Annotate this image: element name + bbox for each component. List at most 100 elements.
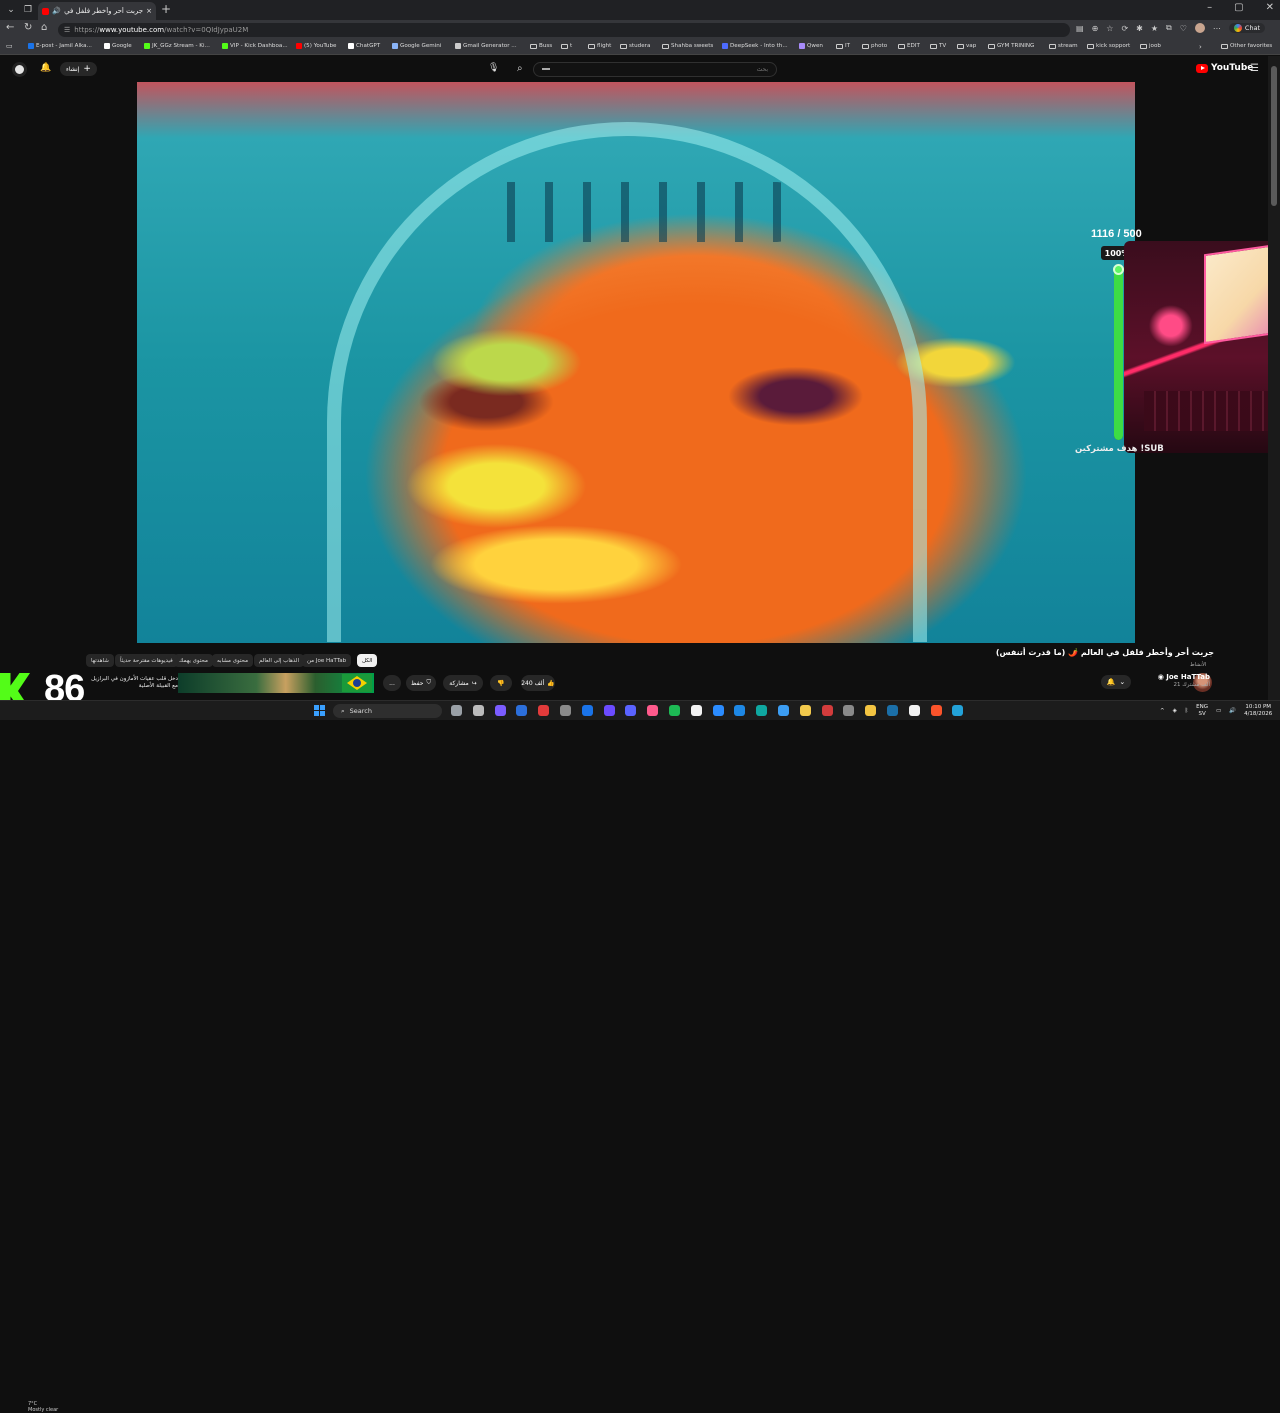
video-player[interactable] — [137, 82, 1135, 643]
bookmark-item[interactable]: Shahba sweets — [662, 43, 713, 49]
taskbar-search[interactable]: ⌕ Search — [333, 704, 442, 718]
bookmarks-overflow-icon[interactable]: › — [1199, 43, 1202, 51]
weather-widget[interactable]: 7°C Mostly clear — [28, 1401, 58, 1413]
browser-essentials-icon[interactable]: ♡ — [1180, 24, 1187, 33]
back-icon[interactable]: ← — [6, 22, 14, 33]
brave-icon[interactable] — [930, 705, 942, 716]
edge-icon[interactable] — [756, 705, 768, 716]
minimize-icon[interactable]: – — [1207, 2, 1212, 13]
search-input[interactable]: بحث — [533, 62, 777, 77]
media-player-icon[interactable] — [538, 705, 550, 716]
settings-icon[interactable] — [843, 705, 855, 716]
bookmark-item[interactable]: stream — [1049, 43, 1078, 49]
save-button[interactable]: حفظ ⛉ — [406, 675, 436, 691]
bookmark-item[interactable]: studera — [620, 43, 650, 49]
create-button[interactable]: إنشاء + — [60, 62, 97, 76]
youtube-logo[interactable]: YouTube — [1196, 63, 1253, 73]
app-icon-dark[interactable] — [516, 705, 528, 716]
zoom-icon[interactable]: ⊕ — [1092, 24, 1099, 33]
account-avatar[interactable] — [12, 62, 27, 77]
bookmark-item[interactable]: Qwen — [799, 43, 823, 49]
reader-mode-icon[interactable]: ▤ — [1076, 24, 1084, 33]
close-window-icon[interactable]: ✕ — [1266, 2, 1274, 13]
task-view-icon[interactable] — [451, 705, 462, 716]
scrollbar-thumb[interactable] — [1271, 66, 1277, 206]
windows-start-icon[interactable] — [314, 705, 325, 716]
bookmark-item[interactable]: photo — [862, 43, 887, 49]
app-icon-grid[interactable] — [625, 705, 637, 716]
app-icon-yellow[interactable] — [799, 705, 811, 716]
refresh-extension-icon[interactable]: ⟳ — [1121, 24, 1128, 33]
workspaces-icon[interactable]: ❐ — [19, 1, 37, 19]
volume-icon[interactable]: 🔊 — [1229, 708, 1236, 714]
bookmark-item[interactable]: Google — [104, 43, 132, 49]
voice-search-icon[interactable]: 🎙 — [488, 63, 499, 73]
app-icon-white[interactable] — [908, 705, 920, 716]
bookmark-item[interactable]: GYM TRINING — [988, 43, 1034, 49]
favorites-icon[interactable]: ★ — [1151, 24, 1158, 33]
bookmark-item[interactable]: ChatGPT — [348, 43, 380, 49]
chip-filter[interactable]: شاهدتها — [86, 654, 114, 667]
bookmark-item[interactable]: E-post - Jamil Alka... — [28, 43, 92, 49]
bookmark-item[interactable]: TV — [930, 43, 946, 49]
file-explorer-icon[interactable] — [865, 705, 877, 716]
app-icon-red[interactable] — [821, 705, 833, 716]
app-icon-purple[interactable] — [494, 705, 506, 716]
suggested-video-thumbnail[interactable] — [178, 673, 374, 693]
clock[interactable]: 10:10 PM 4/18/2026 — [1244, 704, 1272, 718]
network-icon[interactable]: ▭ — [1216, 708, 1221, 714]
subscription-bell-button[interactable]: 🔔 ⌄ — [1101, 675, 1131, 689]
search-icon[interactable]: ⌕ — [517, 63, 523, 74]
tab-menu-icon[interactable]: ⌄ — [2, 1, 20, 19]
favorite-star-icon[interactable]: ☆ — [1106, 24, 1113, 33]
spotify-icon[interactable] — [669, 705, 680, 716]
bookmark-item[interactable]: EDIT — [898, 43, 920, 49]
bookmark-item[interactable]: IT — [836, 43, 850, 49]
page-scrollbar[interactable] — [1268, 56, 1280, 700]
bookmark-item[interactable]: (5) YouTube — [296, 43, 336, 49]
bluetooth-icon[interactable]: ᛒ — [1185, 708, 1188, 714]
bookmark-item[interactable]: t — [561, 43, 572, 49]
more-menu-icon[interactable]: ⋯ — [1213, 24, 1221, 33]
obs-icon[interactable] — [690, 705, 702, 716]
chip-filter[interactable]: محتوى مشابه — [212, 654, 254, 667]
notifications-bell-icon[interactable]: 🔔 — [40, 63, 51, 73]
profile-avatar[interactable] — [1194, 23, 1205, 33]
microphone-app-icon[interactable] — [472, 705, 484, 716]
chip-filter[interactable]: من Joe HaTTab — [302, 654, 352, 667]
app-icon-blue[interactable] — [712, 705, 724, 716]
language-indicator[interactable]: ENG SV — [1196, 704, 1208, 717]
maximize-icon[interactable]: ▢ — [1234, 2, 1243, 13]
store-icon[interactable] — [778, 705, 789, 716]
chip-filter[interactable]: فيديوهات مقترحة حديثاً — [115, 654, 178, 667]
tray-overflow-icon[interactable]: ^ — [1160, 708, 1165, 714]
like-button[interactable]: 240 ألف 👍 — [521, 675, 555, 691]
app-icon-pink[interactable] — [647, 705, 659, 716]
address-bar[interactable]: ☰ https://www.youtube.com/watch?v=0QIdJy… — [58, 23, 1070, 37]
bookmark-item[interactable]: kick sopport — [1087, 43, 1130, 49]
app-icon-violet[interactable] — [603, 705, 615, 716]
close-tab-icon[interactable]: × — [146, 7, 152, 15]
reload-icon[interactable]: ↻ — [24, 22, 32, 33]
bookmark-item[interactable]: DeepSeek - Into th... — [722, 43, 788, 49]
bookmark-item[interactable]: Buss — [530, 43, 552, 49]
bookmarks-menu-icon[interactable]: ▭ — [6, 42, 13, 50]
collections-icon[interactable]: ⧉ — [1166, 23, 1172, 33]
app-icon-teal[interactable] — [952, 705, 964, 716]
chrome-icon[interactable] — [581, 705, 593, 716]
copilot-chat-button[interactable]: Chat — [1228, 23, 1266, 33]
bookmark-item[interactable]: flight — [588, 43, 611, 49]
tray-app-icon[interactable]: ◈ — [1173, 708, 1177, 714]
app-icon-gray[interactable] — [560, 705, 571, 716]
chip-all[interactable]: الكل — [357, 654, 378, 667]
site-info-icon[interactable]: ☰ — [64, 26, 70, 34]
chip-filter[interactable]: الذهاب إلى العالم — [254, 654, 304, 667]
other-favorites[interactable]: Other favorites — [1221, 43, 1272, 49]
bookmark-item[interactable]: Google Gemini — [392, 43, 441, 49]
hamburger-menu-icon[interactable]: ☰ — [1250, 63, 1259, 74]
active-tab[interactable]: 🔊 جربت أحر وأخطر فلفل في العا... × — [38, 2, 156, 20]
suggested-video[interactable]: دخل قلب عقيات الأمازون في البرازيل مع ال… — [90, 672, 376, 694]
extensions-icon[interactable]: ✱ — [1136, 24, 1143, 33]
bookmark-item[interactable]: JK_GGz Stream - Ki... — [144, 43, 210, 49]
share-button[interactable]: مشاركة ↪ — [443, 675, 483, 691]
